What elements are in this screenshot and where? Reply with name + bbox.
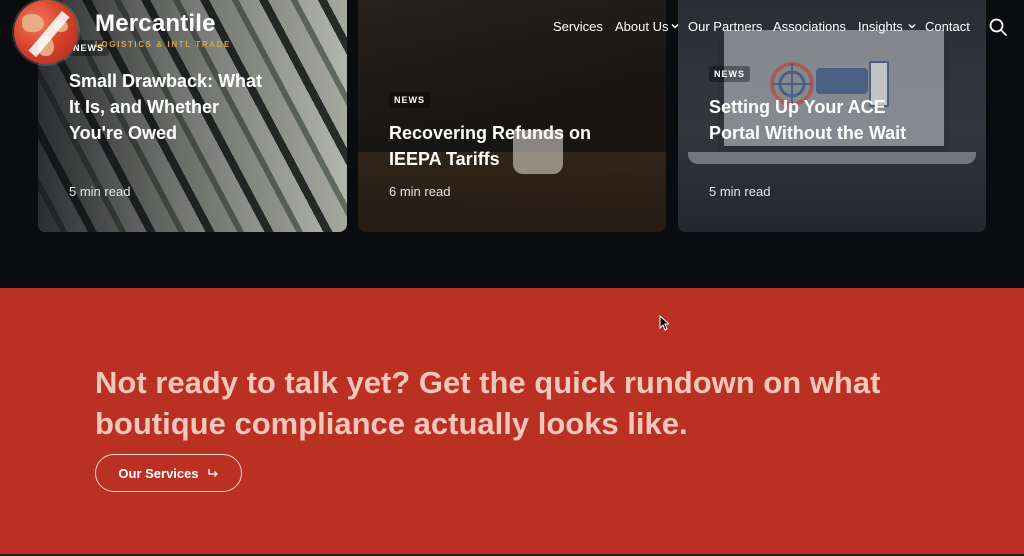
mouse-cursor-icon xyxy=(659,315,669,331)
chevron-down-icon[interactable] xyxy=(670,21,680,31)
nav-item-insights[interactable]: Insights xyxy=(858,19,903,34)
nav-item-associations[interactable]: Associations xyxy=(773,19,846,34)
news-tag: NEWS xyxy=(389,92,430,108)
site-header: Mercantile LOGISTICS & INTL TRADE Servic… xyxy=(0,0,1024,64)
nav-item-contact[interactable]: Contact xyxy=(925,19,970,34)
our-services-button[interactable]: Our Services xyxy=(95,454,242,492)
arrow-return-icon xyxy=(207,469,218,477)
card-title[interactable]: Recovering Refunds on IEEPA Tariffs xyxy=(389,120,609,172)
cta-button-label: Our Services xyxy=(118,465,199,481)
brand-tagline: LOGISTICS & INTL TRADE xyxy=(95,40,231,49)
nav-item-our-partners[interactable]: Our Partners xyxy=(688,19,762,34)
nav-item-about-us[interactable]: About Us xyxy=(615,19,668,34)
card-title[interactable]: Small Drawback: What It Is, and Whether … xyxy=(69,68,269,146)
nav-item-services[interactable]: Services xyxy=(553,19,603,34)
cta-section: Not ready to talk yet? Get the quick run… xyxy=(0,288,1024,554)
cta-heading: Not ready to talk yet? Get the quick run… xyxy=(95,365,881,441)
read-time: 5 min read xyxy=(69,184,131,199)
search-icon[interactable] xyxy=(988,17,1008,37)
chevron-down-icon[interactable] xyxy=(907,21,917,31)
read-time: 5 min read xyxy=(709,184,771,199)
laptop-base-shape xyxy=(688,152,976,164)
card-title[interactable]: Setting Up Your ACE Portal Without the W… xyxy=(709,94,929,146)
news-tag: NEWS xyxy=(709,66,750,82)
read-time: 6 min read xyxy=(389,184,451,199)
main-nav: Services About Us Our Partners Associati… xyxy=(0,19,1024,37)
